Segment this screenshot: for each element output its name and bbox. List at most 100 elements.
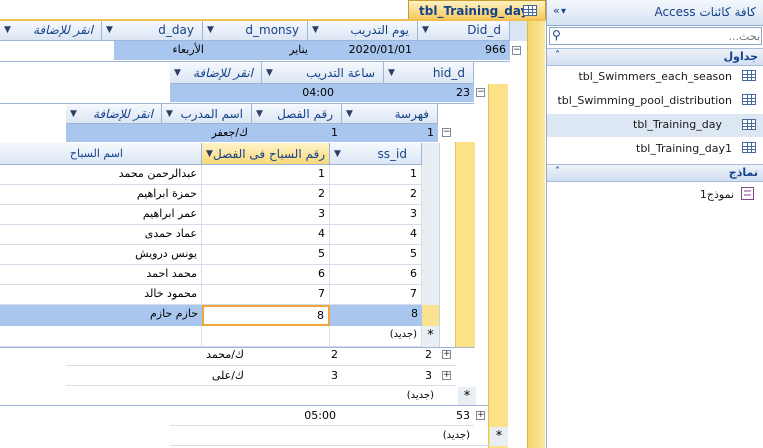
level2-new-row[interactable]: (جديد) bbox=[170, 426, 490, 446]
dropdown-arrow-icon[interactable]: ▼ bbox=[312, 21, 319, 39]
ss-id-cell[interactable]: 1 bbox=[330, 165, 422, 185]
swimmer-name-cell[interactable]: حمزة ابراهيم bbox=[0, 185, 202, 205]
ss-id-cell[interactable]: 6 bbox=[330, 265, 422, 285]
search-icon[interactable]: ⚲ bbox=[552, 28, 561, 42]
nav-item-table[interactable]: tbl_Training_day1 bbox=[547, 138, 763, 160]
row-selector[interactable] bbox=[422, 245, 440, 265]
column-header-training-day[interactable]: يوم التدريب ▼ bbox=[308, 21, 418, 41]
chevron-down-icon[interactable]: ▾ bbox=[561, 6, 566, 17]
d-day-cell[interactable]: الأربعاء bbox=[172, 41, 204, 59]
ss-id-cell[interactable]: 5 bbox=[330, 245, 422, 265]
swimmer-number-cell[interactable]: 7 bbox=[202, 285, 330, 305]
swimmer-number-cell[interactable]: 4 bbox=[202, 225, 330, 245]
row-selector-current[interactable] bbox=[422, 305, 440, 326]
swimmer-number-cell[interactable]: 5 bbox=[202, 245, 330, 265]
group-collapse-icon[interactable]: ˄ bbox=[555, 50, 560, 61]
table-row[interactable]: 2 2 حمزة ابراهيم bbox=[0, 185, 440, 205]
column-header-did-d[interactable]: Did_d ▼ bbox=[418, 21, 510, 41]
dropdown-arrow-icon[interactable]: ▼ bbox=[266, 64, 273, 82]
index-cell[interactable]: 3 bbox=[425, 367, 432, 385]
column-header-hid-d[interactable]: hid_d ▼ bbox=[384, 62, 474, 84]
nav-item-table[interactable]: tbl_Swimming_pool_distribution bbox=[547, 90, 763, 112]
table-row[interactable]: 4 4 عماد حمدى bbox=[0, 225, 440, 245]
document-tab[interactable]: tbl_Training_day bbox=[408, 0, 546, 20]
level2-record-row[interactable]: 23 04:00 bbox=[170, 84, 474, 102]
dropdown-arrow-icon[interactable]: ▼ bbox=[388, 64, 395, 82]
d-monsy-cell[interactable]: يناير bbox=[289, 41, 308, 59]
ss-id-cell[interactable]: 7 bbox=[330, 285, 422, 305]
new-record-star-icon[interactable]: * bbox=[490, 427, 508, 446]
new-record-label[interactable]: (جديد) bbox=[443, 427, 470, 445]
table-row[interactable]: 6 6 محمد احمد bbox=[0, 265, 440, 285]
collapse-minus-icon[interactable]: − bbox=[442, 128, 451, 137]
dropdown-arrow-icon[interactable]: ▼ bbox=[4, 21, 11, 39]
column-header-d-day[interactable]: d_day ▼ bbox=[102, 21, 203, 41]
row-selector-header[interactable] bbox=[422, 143, 440, 165]
coach-name-cell[interactable]: ك/محمد bbox=[206, 346, 244, 364]
nav-group-tables[interactable]: ˄ جداول bbox=[547, 48, 763, 66]
collapse-minus-icon[interactable]: − bbox=[476, 88, 485, 97]
swimmer-name-cell[interactable]: حازم حازم bbox=[0, 305, 202, 326]
row-selector[interactable] bbox=[422, 225, 440, 245]
column-header-click-to-add[interactable]: انقر للإضافة ▼ bbox=[0, 21, 102, 41]
training-hour-cell[interactable]: 05:00 bbox=[304, 407, 336, 425]
level1-record-row[interactable]: 966 2020/01/01 يناير الأربعاء bbox=[114, 41, 510, 60]
vertical-scroll-strip[interactable] bbox=[527, 18, 545, 448]
column-header-click-to-add[interactable]: انقر للإضافة ▼ bbox=[66, 104, 162, 124]
level3-row-3[interactable]: 3 3 ك/على bbox=[66, 366, 456, 386]
table-row[interactable]: 3 3 عمر ابراهيم bbox=[0, 205, 440, 225]
group-collapse-icon[interactable]: ˄ bbox=[555, 166, 560, 177]
dropdown-arrow-icon[interactable]: ▼ bbox=[166, 105, 173, 123]
table-row[interactable]: 7 7 محمود خالد bbox=[0, 285, 440, 305]
training-hour-cell[interactable]: 04:00 bbox=[302, 84, 334, 102]
column-header-index[interactable]: فهرسة ▼ bbox=[342, 104, 438, 124]
swimmer-name-cell[interactable]: محمد احمد bbox=[0, 265, 202, 285]
ss-id-cell[interactable]: 4 bbox=[330, 225, 422, 245]
ss-id-cell[interactable]: 2 bbox=[330, 185, 422, 205]
dropdown-arrow-icon[interactable]: ▼ bbox=[174, 64, 181, 82]
expand-plus-icon[interactable]: + bbox=[442, 371, 451, 380]
row-selector[interactable] bbox=[422, 165, 440, 185]
column-header-class-number[interactable]: رقم الفصل ▼ bbox=[252, 104, 342, 124]
coach-name-cell[interactable]: ك/على bbox=[212, 367, 244, 385]
nav-item-table[interactable]: tbl_Swimmers_each_season bbox=[547, 66, 763, 88]
index-cell[interactable]: 2 bbox=[425, 346, 432, 364]
swimmer-name-cell[interactable]: عبدالرحمن محمد bbox=[0, 165, 202, 185]
class-number-cell[interactable]: 2 bbox=[331, 346, 338, 364]
ss-id-cell[interactable]: 8 bbox=[330, 305, 422, 326]
table-row[interactable]: 1 1 عبدالرحمن محمد bbox=[0, 165, 440, 185]
expand-plus-icon[interactable]: + bbox=[476, 411, 485, 420]
nav-pane-header[interactable]: ▾ « كافة كائنات Access bbox=[547, 0, 763, 26]
training-day-cell[interactable]: 2020/01/01 bbox=[349, 41, 412, 59]
column-header-training-hour[interactable]: ساعة التدريب ▼ bbox=[262, 62, 384, 84]
nav-item-table-selected[interactable]: tbl_Training_day bbox=[547, 114, 763, 137]
swimmer-number-cell[interactable]: 6 bbox=[202, 265, 330, 285]
dropdown-arrow-icon[interactable]: ▼ bbox=[70, 105, 77, 123]
row-selector[interactable] bbox=[422, 185, 440, 205]
did-d-cell[interactable]: 966 bbox=[485, 41, 506, 59]
dropdown-arrow-icon[interactable]: ▼ bbox=[207, 21, 214, 39]
row-selector[interactable] bbox=[422, 285, 440, 305]
new-record-star-icon[interactable]: * bbox=[458, 387, 476, 406]
column-header-swimmer-number[interactable]: رقم السباح فى الفصل ▼ bbox=[202, 143, 330, 165]
level3-record-row[interactable]: 1 1 ك/جعفر bbox=[66, 124, 438, 142]
swimmer-number-cell[interactable]: 2 bbox=[202, 185, 330, 205]
column-header-click-to-add[interactable]: انقر للإضافة ▼ bbox=[170, 62, 262, 84]
table-row-selected[interactable]: 8 8 حازم حازم bbox=[0, 305, 440, 326]
swimmer-name-cell[interactable]: عماد حمدى bbox=[0, 225, 202, 245]
column-header-ss-id[interactable]: ss_id ▼ bbox=[330, 143, 422, 165]
expand-plus-icon[interactable]: + bbox=[442, 350, 451, 359]
swimmer-name-cell[interactable]: يونس درويش bbox=[0, 245, 202, 265]
class-number-cell[interactable]: 1 bbox=[331, 124, 338, 142]
row-selector[interactable] bbox=[422, 265, 440, 285]
dropdown-arrow-icon[interactable]: ▼ bbox=[206, 145, 213, 163]
level3-new-row[interactable]: (جديد) bbox=[66, 386, 456, 406]
dropdown-arrow-icon[interactable]: ▼ bbox=[422, 21, 429, 39]
search-input[interactable] bbox=[566, 28, 760, 44]
nav-search-box[interactable]: ⚲ bbox=[549, 27, 762, 45]
hid-d-cell[interactable]: 53 bbox=[456, 407, 470, 425]
dropdown-arrow-icon[interactable]: ▼ bbox=[256, 105, 263, 123]
swimmer-number-cell-active[interactable]: 8 bbox=[202, 305, 330, 326]
collapse-minus-icon[interactable]: − bbox=[512, 46, 521, 55]
hid-d-cell[interactable]: 23 bbox=[456, 84, 470, 102]
